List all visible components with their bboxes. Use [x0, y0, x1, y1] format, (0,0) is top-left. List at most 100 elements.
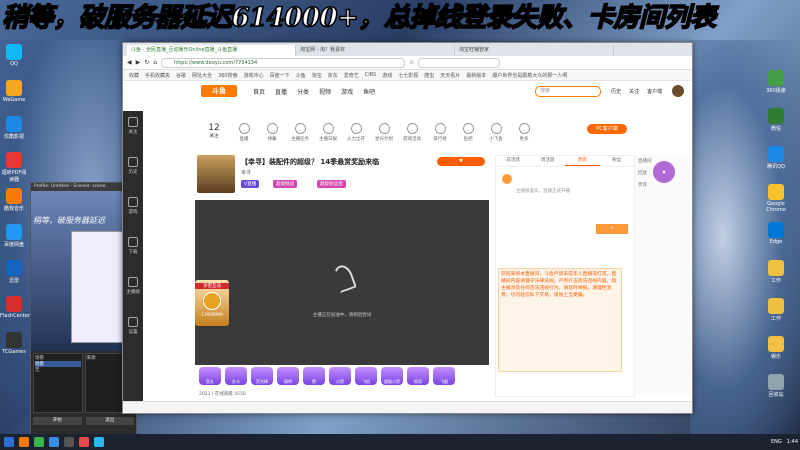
gift-item[interactable]: 佩奇 [407, 367, 429, 385]
bookmark-item[interactable]: 爬虫 [424, 72, 434, 79]
bookmark-item[interactable]: 手机收藏夹 [145, 72, 170, 79]
video-player[interactable]: 主播正在加油中，请稍后尝试 亲密互动 139/9999 [195, 200, 489, 365]
pc-client-button[interactable]: PC客户端 [587, 124, 627, 134]
chat-tab[interactable]: 粉丝 [600, 156, 635, 166]
user-link[interactable]: 历史 [611, 88, 621, 95]
category-item[interactable]: 火力全开 [345, 121, 367, 147]
category-item[interactable]: 主播日报 [317, 121, 339, 147]
desktop-icon[interactable]: 回收站 [762, 374, 790, 398]
bookmark-item[interactable]: 京东 [328, 72, 338, 79]
gift-item[interactable]: 飞艇 [433, 367, 455, 385]
gift-item[interactable]: 飞机 [355, 367, 377, 385]
nav-item[interactable]: 鱼吧 [363, 87, 375, 96]
bookmark-item[interactable]: 360搜索 [218, 72, 238, 79]
category-item[interactable]: 更多 [513, 121, 535, 147]
gift-item[interactable]: 办卡 [225, 367, 247, 385]
category-item[interactable]: 直播 [233, 121, 255, 147]
bookmark-item[interactable]: 天天看片 [440, 72, 460, 79]
sidebar-item[interactable]: 下载 [123, 231, 143, 271]
bookmark-item[interactable]: 斗鱼 [296, 72, 306, 79]
desktop-icon[interactable]: QQ [0, 44, 28, 67]
bookmark-item[interactable]: 谷歌 [176, 72, 186, 79]
site-search-input[interactable]: 搜索 [535, 85, 602, 97]
taskbar-app-icon[interactable] [49, 437, 59, 447]
clock-time[interactable]: 1:44 [787, 439, 798, 445]
obs-scene-item[interactable]: 无 [35, 367, 81, 373]
bookmark-item[interactable]: 爱奇艺 [344, 72, 359, 79]
douyu-logo[interactable]: 斗鱼 [201, 85, 237, 97]
obs-titlebar[interactable]: Profile: Untitled - Scenes: scene [31, 183, 136, 191]
taskbar-app-icon[interactable] [64, 437, 74, 447]
chat-tab[interactable]: 日活跃 [496, 156, 531, 166]
floating-activity-icon[interactable]: ◆ [653, 161, 675, 183]
follow-widget[interactable]: 12 关注 [203, 123, 225, 139]
chat-tab[interactable]: 周活跃 [531, 156, 566, 166]
category-item[interactable]: 小飞鱼 [485, 121, 507, 147]
category-item[interactable]: 鱼吧 [457, 121, 479, 147]
desktop-icon[interactable]: 福昕PDF阅读器 [0, 152, 28, 183]
taskbar-app-icon[interactable] [19, 437, 29, 447]
taskbar-app-icon[interactable] [34, 437, 44, 447]
desktop-icon[interactable]: 优酷影视 [0, 116, 28, 140]
category-item[interactable]: 主播任务 [289, 121, 311, 147]
desktop-icon[interactable]: 微信 [762, 108, 790, 132]
fan-badge[interactable]: 亲密互动 139/9999 [195, 280, 229, 326]
follow-button[interactable]: ♥ [437, 157, 485, 166]
sidebar-item[interactable]: 主播端 [123, 271, 143, 311]
desktop-icon[interactable]: WeGame [0, 80, 28, 103]
url-input[interactable]: https://www.douyu.com/7734134 [161, 57, 406, 68]
category-item[interactable]: 星光计划 [373, 121, 395, 147]
bookmark-item[interactable]: 收藏 [129, 72, 139, 79]
language-indicator[interactable]: ENG [771, 439, 782, 445]
forward-icon[interactable]: ▶ [136, 59, 141, 66]
sidebar-item[interactable]: 游戏 [123, 191, 143, 231]
desktop-icon[interactable]: 360极速 [762, 70, 790, 94]
desktop-icon[interactable]: 百度网盘 [0, 224, 28, 248]
sidebar-item[interactable]: 设置 [123, 311, 143, 351]
bookmark-item[interactable]: 爆户世界也是跟着大众的那一人啊 [492, 72, 567, 79]
tab-shop[interactable]: 淘宝旺铺管家 [455, 45, 614, 56]
nav-item[interactable]: 首页 [253, 87, 265, 96]
bookmark-item[interactable]: 游戏 [382, 72, 392, 79]
gift-item[interactable]: 超级火箭 [381, 367, 403, 385]
nav-item[interactable]: 游戏 [341, 87, 353, 96]
taskbar-app-icon[interactable] [79, 437, 89, 447]
tab-douyu[interactable]: 斗鱼 - 全民直播_互动娱乐Online直播_斗鱼直播 [127, 45, 296, 56]
gift-item[interactable]: 赞 [303, 367, 325, 385]
desktop-icon[interactable]: 娱乐 [762, 336, 790, 360]
obs-scenes-panel[interactable]: 场景 场景 无 [33, 353, 83, 413]
anchor-avatar[interactable] [197, 155, 235, 193]
star-icon[interactable]: ☆ [409, 59, 414, 66]
gift-item[interactable]: 荧光棒 [251, 367, 273, 385]
exit-button[interactable]: 退出 [85, 417, 134, 425]
start-streaming-button[interactable]: 开始 [33, 417, 82, 425]
desktop-icon[interactable]: 工作 [762, 260, 790, 284]
room-tag[interactable]: 超能挑战 [273, 180, 297, 188]
bookmark-item[interactable]: CIBS [365, 72, 376, 78]
home-icon[interactable]: ⌂ [153, 59, 157, 66]
nav-item[interactable]: 视频 [319, 87, 331, 96]
tab-taobao[interactable]: 淘宝网 - 淘！我喜欢 [296, 45, 455, 56]
browser-search-input[interactable] [418, 57, 501, 68]
bookmark-item[interactable]: 淘宝 [312, 72, 322, 79]
desktop-icon[interactable]: FlashCenter [0, 296, 30, 319]
chat-tab[interactable]: 贵宾 [565, 156, 600, 166]
back-icon[interactable]: ◀ [127, 59, 132, 66]
desktop-icon[interactable]: 酷我音乐 [0, 188, 28, 212]
desktop-icon[interactable]: Edge [762, 222, 790, 245]
desktop-icon[interactable]: 迅雷 [0, 260, 28, 284]
desktop-icon[interactable]: 腾讯QQ [762, 146, 790, 170]
taskbar-app-icon[interactable] [94, 437, 104, 447]
start-icon[interactable] [4, 437, 14, 447]
room-tag[interactable]: V直播 [241, 180, 260, 188]
join-fan-button[interactable]: + [596, 224, 628, 234]
browser-window[interactable]: 斗鱼 - 全民直播_互动娱乐Online直播_斗鱼直播 淘宝网 - 淘！我喜欢 … [122, 42, 693, 414]
user-link[interactable]: 客户端 [647, 88, 662, 95]
gift-item[interactable]: 火箭 [329, 367, 351, 385]
category-item[interactable]: 游戏活动 [401, 121, 423, 147]
bookmark-item[interactable]: 七七影视 [398, 72, 418, 79]
anchor-name[interactable]: 幸寻 [241, 169, 251, 176]
desktop-icon[interactable]: Google Chrome [762, 184, 790, 213]
refresh-icon[interactable]: ↻ [144, 59, 149, 66]
user-link[interactable]: 关注 [629, 88, 639, 95]
